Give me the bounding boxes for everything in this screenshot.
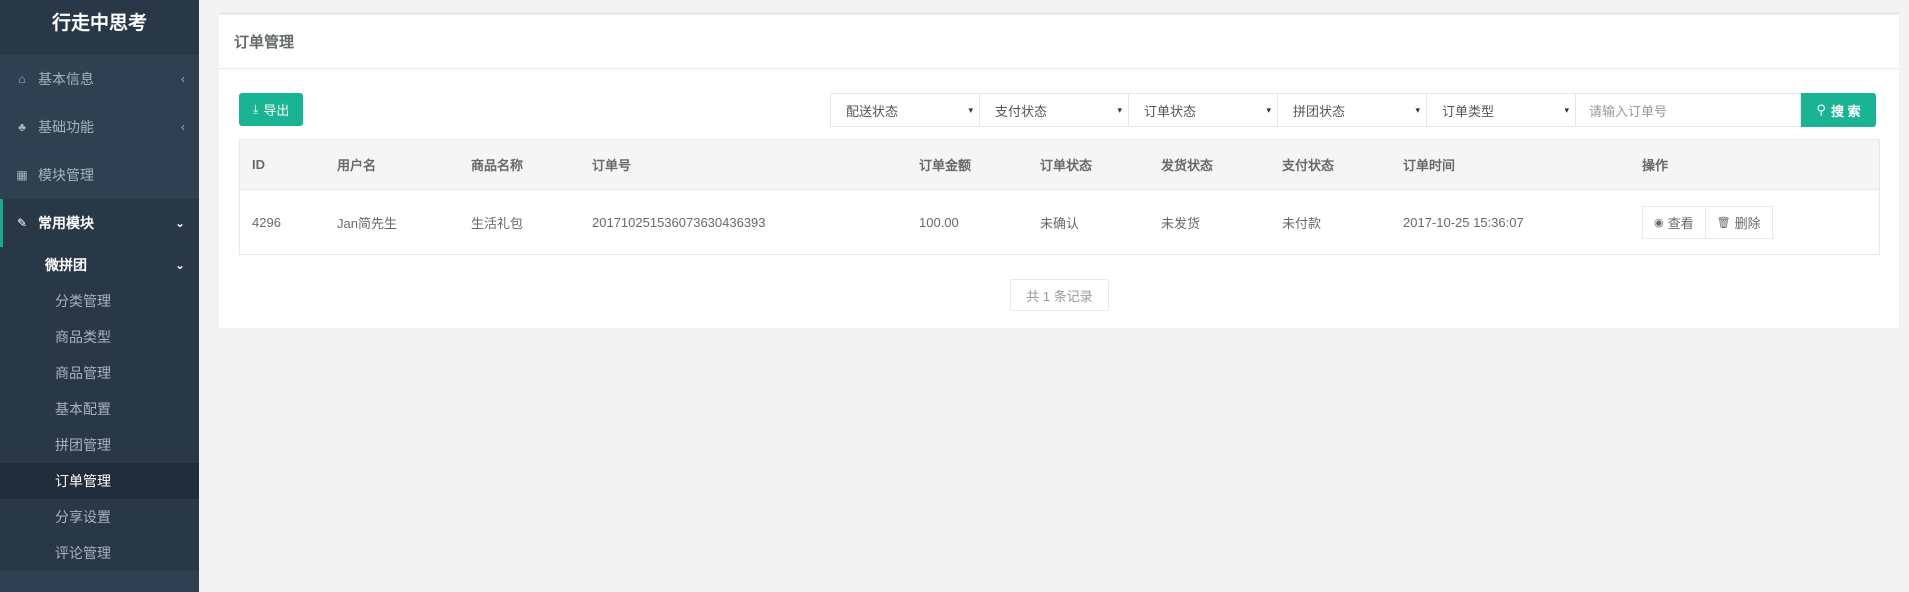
col-header-ship-status: 发货状态: [1161, 158, 1214, 173]
submenu-item-product-type[interactable]: 商品类型: [0, 319, 199, 355]
col-header-actions: 操作: [1642, 158, 1669, 173]
delete-button-label: 删除: [1734, 215, 1761, 231]
main-panel: 订单管理 ⤓ 导出 配送状态 ▾ 支付状态 ▾ 订单状态 ▾ 拼团状态 ▾ 订单…: [219, 12, 1899, 328]
export-button-label: 导出: [263, 103, 290, 118]
delivery-status-select[interactable]: 配送状态 ▾: [830, 93, 980, 127]
col-header-id: ID: [252, 157, 265, 172]
order-status-select[interactable]: 订单状态 ▾: [1128, 93, 1278, 127]
cell-amount: 100.00: [919, 214, 959, 230]
caret-down-icon: ▾: [1266, 104, 1271, 115]
submenu-item-share[interactable]: 分享设置: [0, 499, 199, 535]
toolbar: ⤓ 导出 配送状态 ▾ 支付状态 ▾ 订单状态 ▾ 拼团状态 ▾ 订单类型 ▾: [219, 93, 1899, 145]
select-value: 订单类型: [1442, 103, 1495, 119]
col-header-order-status: 订单状态: [1040, 158, 1093, 173]
cell-ship-status: 未发货: [1161, 215, 1201, 231]
sitemap-icon: ♣: [18, 120, 26, 134]
select-value: 配送状态: [846, 103, 899, 119]
col-header-pay-status: 支付状态: [1282, 158, 1335, 173]
chevron-left-icon: ‹: [181, 72, 185, 86]
submenu-item-basic-config[interactable]: 基本配置: [0, 391, 199, 427]
caret-down-icon: ▾: [1415, 104, 1420, 115]
home-icon: ⌂: [18, 72, 26, 86]
download-icon: ⤓: [253, 102, 259, 116]
group-status-select[interactable]: 拼团状态 ▾: [1277, 93, 1427, 127]
brand-title: 行走中思考: [0, 0, 199, 55]
submenu-common-modules: 微拼团 ⌄ 分类管理 商品类型 商品管理 基本配置 拼团管理 订单管理 分享设置…: [0, 247, 199, 571]
submenu-item-product[interactable]: 商品管理: [0, 355, 199, 391]
sidebar-item-label: 模块管理: [38, 167, 94, 183]
sidebar-item-module-management[interactable]: ▦ 模块管理: [0, 151, 199, 199]
cell-order-status: 未确认: [1040, 215, 1080, 231]
sidebar-item-basic-functions[interactable]: ♣ 基础功能 ‹: [0, 103, 199, 151]
edit-icon: ✎: [16, 216, 28, 230]
search-button-label: 搜 索: [1830, 103, 1861, 119]
trash-icon: 🗑: [1716, 216, 1731, 229]
sidebar-item-label: 常用模块: [38, 215, 94, 231]
view-button[interactable]: ◉ 查看: [1642, 205, 1706, 239]
caret-down-icon: ▾: [1117, 104, 1122, 115]
col-header-user: 用户名: [337, 158, 377, 173]
table-header: ID 用户名 商品名称 订单号 订单金额 订单状态 发货状态 支付状态 订单时间…: [240, 140, 1879, 190]
submenu-group-label: 微拼团: [45, 257, 87, 273]
col-header-product: 商品名称: [471, 158, 524, 173]
submenu-group-micro-group-buy[interactable]: 微拼团 ⌄: [0, 247, 199, 283]
payment-status-select[interactable]: 支付状态 ▾: [979, 93, 1129, 127]
submenu-item-comments[interactable]: 评论管理: [0, 535, 199, 571]
cell-product: 生活礼包: [471, 215, 524, 231]
grid-icon: ▦: [16, 168, 28, 182]
search-button[interactable]: ⚲ 搜 索: [1801, 93, 1876, 127]
select-value: 订单状态: [1144, 103, 1197, 119]
row-actions: ◉ 查看 🗑 删除: [1642, 205, 1773, 239]
col-header-time: 订单时间: [1403, 158, 1456, 173]
export-button[interactable]: ⤓ 导出: [239, 93, 304, 126]
chevron-down-icon: ⌄: [174, 258, 185, 272]
select-value: 支付状态: [995, 103, 1048, 119]
submenu-item-group-buy[interactable]: 拼团管理: [0, 427, 199, 463]
sidebar: 行走中思考 ⌂ 基本信息 ‹ ♣ 基础功能 ‹ ▦ 模块管理 ✎ 常用模块 ⌄ …: [0, 0, 199, 592]
order-number-search-input[interactable]: 请输入订单号: [1575, 93, 1801, 127]
caret-down-icon: ▾: [1564, 104, 1569, 115]
cell-id: 4296: [252, 214, 281, 230]
pagination-info: 共 1 条记录: [1010, 279, 1109, 311]
submenu-item-category[interactable]: 分类管理: [0, 283, 199, 319]
sidebar-item-label: 基础功能: [38, 119, 94, 135]
sidebar-item-common-modules[interactable]: ✎ 常用模块 ⌄: [0, 199, 199, 247]
order-type-select[interactable]: 订单类型 ▾: [1426, 93, 1576, 127]
submenu-item-orders[interactable]: 订单管理: [0, 463, 199, 499]
cell-pay-status: 未付款: [1282, 215, 1322, 231]
col-header-amount: 订单金额: [919, 158, 972, 173]
chevron-left-icon: ‹: [181, 120, 185, 134]
orders-table: ID 用户名 商品名称 订单号 订单金额 订单状态 发货状态 支付状态 订单时间…: [239, 139, 1880, 255]
table-row: 4296 Jan简先生 生活礼包 20171025153607363043639…: [240, 190, 1879, 254]
delete-button[interactable]: 🗑 删除: [1704, 205, 1773, 239]
col-header-order-no: 订单号: [592, 158, 632, 173]
caret-down-icon: ▾: [968, 104, 973, 115]
select-value: 拼团状态: [1293, 103, 1346, 119]
view-button-label: 查看: [1667, 215, 1694, 231]
sidebar-item-label: 基本信息: [38, 71, 94, 87]
search-icon: ⚲: [1816, 102, 1826, 117]
eye-icon: ◉: [1654, 216, 1664, 229]
cell-user: Jan简先生: [337, 215, 397, 231]
sidebar-item-basic-info[interactable]: ⌂ 基本信息 ‹: [0, 55, 199, 103]
filter-bar: 配送状态 ▾ 支付状态 ▾ 订单状态 ▾ 拼团状态 ▾ 订单类型 ▾ 请输入订单…: [830, 93, 1876, 127]
chevron-down-icon: ⌄: [174, 216, 185, 230]
cell-order-no: 201710251536073630436393: [592, 214, 766, 230]
page-title: 订单管理: [219, 15, 1899, 69]
cell-time: 2017-10-25 15:36:07: [1403, 214, 1524, 230]
